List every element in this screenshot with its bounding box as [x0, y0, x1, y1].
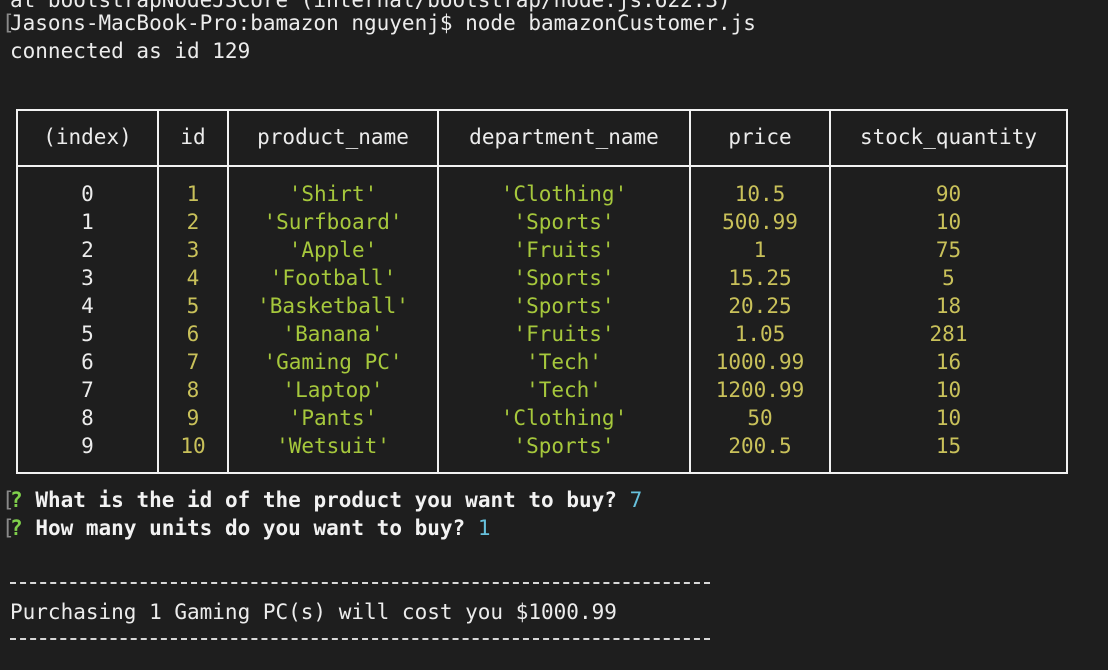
header-product-name: product_name — [257, 125, 409, 149]
table-cell-id: 4 — [186, 266, 200, 290]
table-cell-stock-quantity: 75 — [935, 238, 962, 262]
table-cell-id: 5 — [186, 294, 200, 318]
table-cell-department-name: 'Sports' — [513, 434, 615, 458]
products-table: (index) id product_name department_name … — [16, 109, 1068, 474]
table-cell-index: 4 — [81, 294, 94, 318]
table-cell-product-name: 'Apple' — [288, 238, 378, 262]
prompt-answer[interactable]: 7 — [630, 488, 643, 512]
table-cell-product-name: 'Basketball' — [257, 294, 409, 318]
header-stock-quantity: stock_quantity — [859, 125, 1037, 149]
table-cell-id: 6 — [186, 322, 200, 346]
table-cell-id: 8 — [186, 378, 200, 402]
table-cell-index: 3 — [81, 266, 94, 290]
table-cell-price: 1200.99 — [715, 378, 805, 402]
column-stock-quantity: 90 10 75 5 18 281 16 10 10 15 — [831, 180, 1066, 460]
table-cell-index: 5 — [81, 322, 94, 346]
table-cell-product-name: 'Football' — [269, 266, 397, 290]
divider-top — [10, 582, 710, 584]
table-cell-stock-quantity: 10 — [935, 378, 962, 402]
table-cell-price: 1 — [753, 238, 767, 262]
column-index: 0 1 2 3 4 5 6 7 8 9 — [18, 180, 157, 460]
table-cell-index: 9 — [81, 434, 94, 458]
prompt-mark: ? — [10, 516, 23, 540]
table-cell-stock-quantity: 18 — [935, 294, 962, 318]
table-cell-product-name: 'Banana' — [282, 322, 384, 346]
table-cell-department-name: 'Clothing' — [500, 406, 628, 430]
prompt-mark: ? — [10, 488, 23, 512]
table-cell-department-name: 'Sports' — [513, 210, 615, 234]
table-cell-price: 1000.99 — [715, 350, 805, 374]
table-cell-product-name: 'Shirt' — [288, 182, 378, 206]
header-index: (index) — [43, 125, 132, 149]
table-cell-index: 1 — [81, 210, 94, 234]
table-cell-department-name: 'Sports' — [513, 294, 615, 318]
column-product-name: 'Shirt' 'Surfboard' 'Apple' 'Football' 'Bask… — [229, 180, 437, 460]
table-cell-department-name: 'Tech' — [526, 350, 602, 374]
prompt-product-id: ? What is the id of the product you want… — [10, 486, 642, 514]
column-price: 10.5 500.99 1 15.25 20.25 1.05 1000.99 1200.99 5… — [691, 180, 829, 460]
column-id: 1 2 3 4 5 6 7 8 9 10 — [159, 180, 227, 460]
prompt-answer[interactable]: 1 — [478, 516, 491, 540]
table-cell-price: 15.25 — [728, 266, 792, 290]
divider-bottom — [10, 638, 710, 640]
table-cell-price: 50 — [747, 406, 773, 430]
header-price: price — [728, 125, 792, 149]
table-cell-product-name: 'Wetsuit' — [276, 434, 390, 458]
purchase-summary: Purchasing 1 Gaming PC(s) will cost you … — [10, 600, 617, 624]
table-cell-index: 2 — [81, 238, 94, 262]
table-cell-index: 7 — [81, 378, 94, 402]
table-cell-department-name: 'Fruits' — [513, 322, 615, 346]
table-cell-stock-quantity: 15 — [935, 434, 962, 458]
table-cell-id: 10 — [180, 434, 206, 458]
prompt-question: What is the id of the product you want t… — [35, 488, 617, 512]
table-cell-price: 20.25 — [728, 294, 792, 318]
table-cell-id: 1 — [186, 182, 200, 206]
table-cell-price: 1.05 — [734, 322, 786, 346]
table-cell-department-name: 'Sports' — [513, 266, 615, 290]
table-cell-price: 500.99 — [722, 210, 798, 234]
table-cell-id: 7 — [186, 350, 200, 374]
header-id: id — [180, 125, 206, 149]
table-cell-stock-quantity: 5 — [942, 266, 955, 290]
table-cell-id: 3 — [186, 238, 200, 262]
prompt-units: ? How many units do you want to buy? 1 — [10, 514, 491, 542]
table-cell-stock-quantity: 10 — [935, 406, 962, 430]
table-cell-price: 200.5 — [728, 434, 792, 458]
table-cell-id: 9 — [186, 406, 200, 430]
table-cell-department-name: 'Clothing' — [500, 182, 628, 206]
table-cell-price: 10.5 — [734, 182, 786, 206]
header-department-name: department_name — [469, 125, 659, 149]
table-cell-product-name: 'Pants' — [288, 406, 378, 430]
column-department-name: 'Clothing' 'Sports' 'Fruits' 'Sports' 'Sport… — [439, 180, 689, 460]
table-cell-product-name: 'Surfboard' — [263, 210, 403, 234]
table-cell-stock-quantity: 281 — [929, 322, 968, 346]
table-cell-product-name: 'Laptop' — [282, 378, 384, 402]
connection-status: connected as id 129 — [10, 39, 251, 63]
command-line: Jasons-MacBook-Pro:bamazon nguyenj$ node… — [10, 11, 756, 35]
table-cell-department-name: 'Tech' — [526, 378, 602, 402]
table-cell-index: 8 — [81, 406, 94, 430]
table-cell-id: 2 — [186, 210, 200, 234]
table-cell-product-name: 'Gaming PC' — [263, 350, 403, 374]
prompt-question: How many units do you want to buy? — [35, 516, 466, 540]
table-cell-stock-quantity: 90 — [935, 182, 962, 206]
table-cell-index: 0 — [81, 182, 94, 206]
table-cell-stock-quantity: 10 — [935, 210, 962, 234]
table-cell-stock-quantity: 16 — [935, 350, 962, 374]
table-cell-index: 6 — [81, 350, 94, 374]
table-cell-department-name: 'Fruits' — [513, 238, 615, 262]
